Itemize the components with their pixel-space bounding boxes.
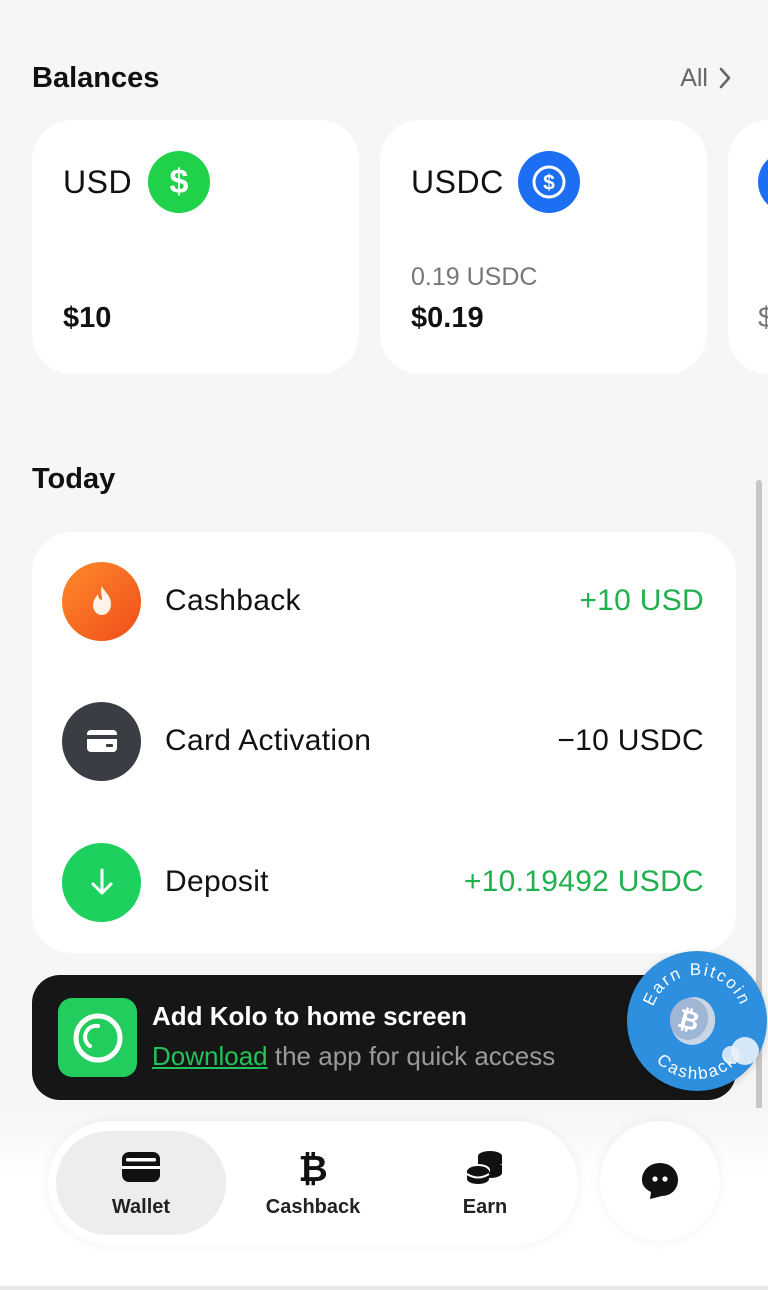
- transactions-panel: Cashback +10 USD Card Activation −10 USD…: [32, 532, 736, 953]
- promo-title: Add Kolo to home screen: [152, 1001, 467, 1031]
- usdc-coin-icon: $: [518, 151, 580, 213]
- nav-label: Earn: [462, 1195, 508, 1218]
- balance-card-usd[interactable]: USD $ $10: [32, 120, 359, 374]
- all-link-label: All: [680, 63, 708, 92]
- dollar-coin-icon: $: [148, 151, 210, 213]
- promo-subtitle: Download the app for quick access: [152, 1041, 555, 1072]
- svg-text:$: $: [543, 172, 555, 195]
- nav-label: Cashback: [265, 1195, 361, 1218]
- chat-icon: [642, 1163, 678, 1199]
- flame-icon: [62, 561, 141, 641]
- transaction-amount: +10.19492 USDC: [463, 865, 704, 898]
- balances-header: Balances All: [32, 58, 732, 98]
- nav-item-cashback[interactable]: ₿ Cashback: [228, 1131, 398, 1235]
- chevron-right-icon: [719, 67, 731, 89]
- card-currency-name: USDC: [411, 164, 504, 200]
- coins-stack-icon: [466, 1150, 503, 1184]
- kolo-logo-icon: [58, 998, 137, 1077]
- chat-button[interactable]: [600, 1121, 720, 1241]
- svg-text:₿: ₿: [298, 1149, 327, 1186]
- transaction-row[interactable]: Cashback +10 USD: [32, 561, 736, 641]
- transaction-row[interactable]: Card Activation −10 USDC: [32, 701, 736, 781]
- transaction-amount: −10 USDC: [557, 724, 704, 757]
- nav-label: Wallet: [111, 1195, 171, 1218]
- coin-icon: [758, 151, 768, 213]
- balance-card-usdc[interactable]: USDC $ 0.19 USDC $0.19: [380, 120, 707, 374]
- card-currency-name: USD: [63, 164, 133, 200]
- card-icon: [62, 701, 141, 781]
- nav-item-wallet[interactable]: Wallet: [56, 1131, 226, 1235]
- bottom-divider: [0, 1286, 768, 1290]
- card-amount: $10: [63, 302, 112, 334]
- card-amount: $0.19: [411, 302, 484, 334]
- wallet-icon: [122, 1151, 160, 1182]
- promo-subtitle-rest: the app for quick access: [267, 1041, 556, 1071]
- transaction-label: Cashback: [165, 584, 301, 617]
- transaction-label: Card Activation: [165, 724, 372, 757]
- card-amount: $: [758, 302, 768, 334]
- balance-card-partial[interactable]: $: [728, 120, 768, 374]
- transaction-label: Deposit: [165, 865, 269, 898]
- download-link[interactable]: Download: [152, 1041, 268, 1071]
- bitcoin-icon: ₿: [298, 1149, 327, 1186]
- scrollbar[interactable]: [756, 480, 762, 1163]
- balance-cards: USD $ $10 USDC $ 0.19 USDC $0.19 $: [32, 120, 768, 374]
- bottom-navigation: Wallet ₿ Cashback Earn: [48, 1121, 578, 1245]
- today-title: Today: [32, 463, 116, 495]
- balances-title: Balances: [32, 61, 160, 94]
- card-token-amount: 0.19 USDC: [411, 263, 538, 291]
- arrow-down-icon: [62, 842, 141, 922]
- svg-text:$: $: [170, 163, 189, 201]
- transaction-row[interactable]: Deposit +10.19492 USDC: [32, 842, 736, 922]
- transaction-amount: +10 USD: [579, 584, 704, 617]
- all-balances-link[interactable]: All: [680, 64, 732, 93]
- earn-bitcoin-cashback-badge[interactable]: Earn Bitcoin Cashback ₿: [627, 951, 767, 1091]
- nav-item-earn[interactable]: Earn: [400, 1131, 570, 1235]
